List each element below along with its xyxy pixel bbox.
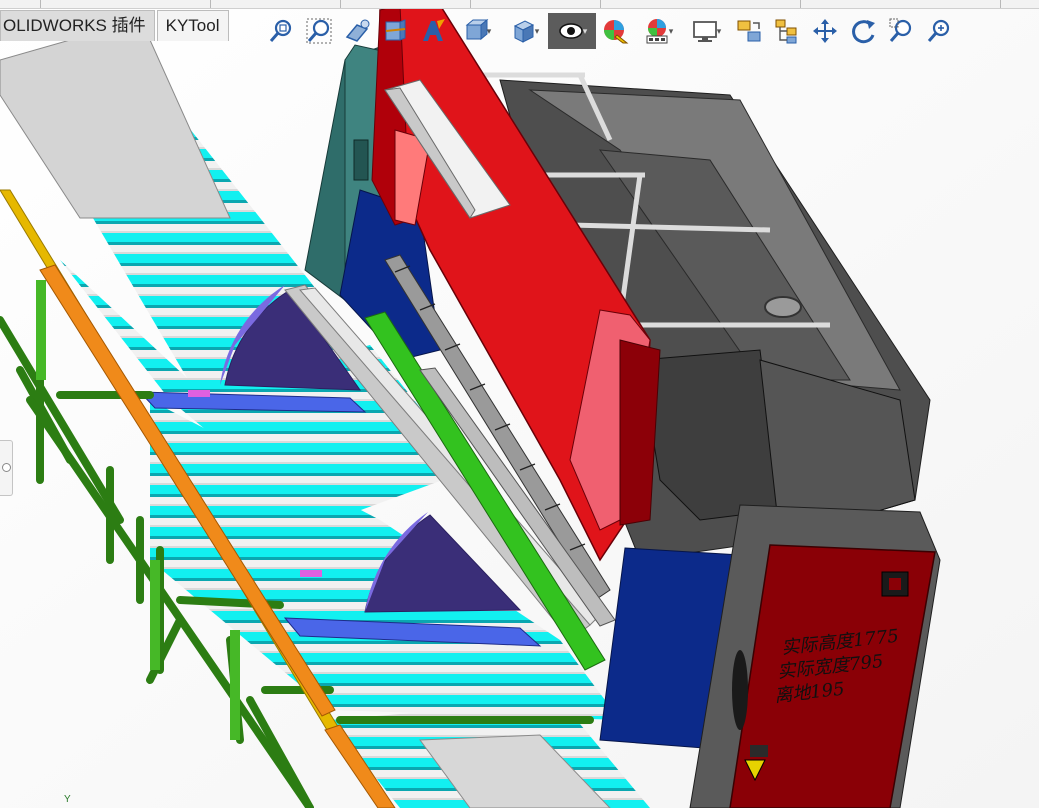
tab-solidworks-addins[interactable]: OLIDWORKS 插件 [0, 10, 155, 41]
section-view-button[interactable] [376, 13, 414, 49]
apply-scene-icon [646, 19, 668, 44]
heads-up-view-toolbar: ▾ ▾ ▾ ▾ ▾ [262, 12, 958, 50]
zoom-to-fit-button[interactable] [262, 13, 300, 49]
ribbon-strip [0, 0, 1039, 9]
task-pane-handle-dot [2, 463, 11, 472]
reference-triad-y-label: Y [64, 794, 71, 805]
dynamic-annotation-button[interactable] [414, 13, 452, 49]
gray-pipe-ring [764, 296, 802, 318]
zoom-in-out-button[interactable] [882, 13, 920, 49]
previous-view-button[interactable] [338, 13, 376, 49]
control-cabinet-handle [732, 650, 748, 730]
zoom-to-area-button[interactable] [300, 13, 338, 49]
command-manager-tabs: OLIDWORKS 插件 KYTool [0, 10, 229, 44]
pink-label-2 [300, 570, 322, 577]
task-pane-handle[interactable] [0, 440, 13, 496]
zoom-to-fit-icon [269, 19, 292, 42]
view-orientation-button[interactable]: ▾ [452, 13, 500, 49]
view-orientation-icon [465, 18, 489, 41]
pan-icon [813, 19, 837, 43]
rotate-view-icon [737, 20, 761, 42]
edit-appearance-icon [604, 20, 629, 44]
pink-label-1 [188, 390, 210, 397]
rotate-view-button[interactable] [730, 13, 768, 49]
tree-structure-icon [775, 19, 797, 44]
view-settings-icon [692, 21, 717, 42]
hide-show-items-button[interactable]: ▾ [548, 13, 596, 49]
previous-view-icon [345, 19, 370, 42]
hide-show-items-icon [558, 23, 583, 39]
rotate-icon [852, 20, 875, 44]
cad-model-viewport[interactable] [0, 0, 1039, 808]
display-style-button[interactable]: ▾ [500, 13, 548, 49]
pan-button[interactable] [806, 13, 844, 49]
section-view-icon [385, 19, 406, 41]
rotate-button[interactable] [844, 13, 882, 49]
dynamic-annotation-icon [423, 19, 445, 41]
edit-appearance-button[interactable] [596, 13, 634, 49]
apply-scene-button[interactable]: ▾ [634, 13, 682, 49]
zoom-in-out-icon [889, 18, 912, 42]
tree-structure-button[interactable] [768, 13, 806, 49]
zoom-to-area-icon [306, 18, 332, 44]
display-style-icon [513, 20, 534, 43]
tab-kytool[interactable]: KYTool [156, 10, 229, 41]
zoom-button[interactable] [920, 13, 958, 49]
view-settings-button[interactable]: ▾ [682, 13, 730, 49]
zoom-icon [927, 19, 950, 42]
